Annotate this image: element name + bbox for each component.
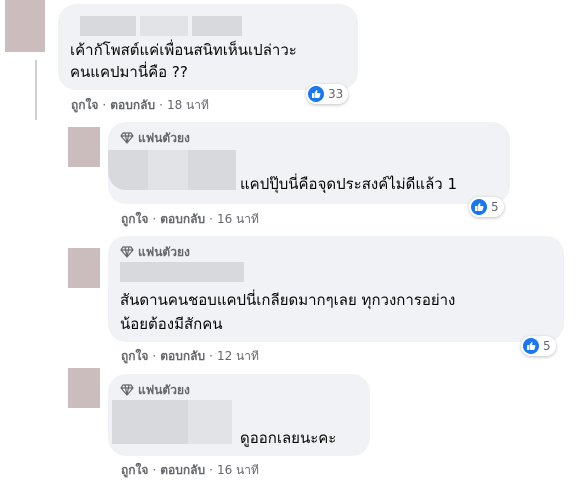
- reaction-number: 5: [543, 339, 551, 353]
- separator: ·: [209, 349, 213, 363]
- like-button[interactable]: ถูกใจ: [71, 98, 98, 112]
- badge-label: แฟนตัวยง: [138, 245, 190, 259]
- reply-button[interactable]: ตอบกลับ: [160, 212, 205, 226]
- fan-badge[interactable]: แฟนตัวยง: [120, 383, 190, 397]
- reaction-number: 5: [491, 200, 499, 214]
- comment-bubble-3: แฟนตัวยง สันดานคนชอบแคปนี่เกลียดมากๆเลย …: [108, 236, 564, 342]
- timestamp[interactable]: 16 นาที: [217, 463, 259, 477]
- author-name-redacted[interactable]: [80, 16, 136, 36]
- reply-button[interactable]: ตอบกลับ: [160, 463, 205, 477]
- avatar[interactable]: [68, 127, 100, 167]
- separator: ·: [209, 212, 213, 226]
- fan-badge[interactable]: แฟนตัวยง: [120, 131, 190, 145]
- separator: ·: [152, 463, 157, 477]
- diamond-icon: [120, 132, 134, 144]
- comment-text: แคปปุ๊บนี่คือจุดประสงค์ไม่ดีแล้ว 1: [240, 175, 458, 193]
- author-name-redacted[interactable]: [108, 150, 148, 190]
- reaction-count[interactable]: 5: [469, 197, 504, 217]
- author-name-redacted[interactable]: [120, 262, 244, 282]
- badge-label: แฟนตัวยง: [138, 383, 190, 397]
- timestamp[interactable]: 16 นาที: [217, 212, 259, 226]
- comment-actions: ถูกใจ · ตอบกลับ · 16 นาที: [121, 462, 259, 478]
- like-button[interactable]: ถูกใจ: [121, 349, 148, 363]
- avatar[interactable]: [68, 248, 100, 288]
- author-name-redacted[interactable]: [112, 400, 188, 444]
- comment-text: น้อยต้องมีสักคน: [120, 315, 223, 333]
- comment-actions: ถูกใจ · ตอบกลับ · 16 นาที: [121, 211, 259, 227]
- thread-line: [35, 60, 37, 120]
- reaction-count[interactable]: 5: [521, 336, 556, 356]
- like-icon: [471, 199, 487, 215]
- comment-actions: ถูกใจ · ตอบกลับ · 18 นาที: [71, 97, 209, 113]
- comment-text: เค้ากัโพสต์แค่เพื่อนสนิทเห็นเปล่าวะ: [70, 41, 297, 59]
- author-name-redacted[interactable]: [188, 150, 236, 190]
- author-name-redacted[interactable]: [192, 16, 242, 36]
- author-name-redacted[interactable]: [140, 16, 188, 36]
- diamond-icon: [120, 246, 134, 258]
- reaction-count[interactable]: 33: [306, 84, 349, 104]
- comment-text: คนแคปมานี่คือ ??: [70, 63, 188, 81]
- like-icon: [308, 86, 324, 102]
- avatar[interactable]: [5, 0, 45, 52]
- comment-bubble-2: แฟนตัวยง แคปปุ๊บนี่คือจุดประสงค์ไม่ดีแล้…: [108, 122, 510, 204]
- author-name-redacted[interactable]: [148, 150, 188, 190]
- timestamp[interactable]: 18 นาที: [167, 98, 209, 112]
- separator: ·: [102, 98, 107, 112]
- comment-bubble-4: แฟนตัวยง ดูออกเลยนะคะ: [108, 374, 370, 456]
- reply-button[interactable]: ตอบกลับ: [160, 349, 205, 363]
- badge-label: แฟนตัวยง: [138, 131, 190, 145]
- separator: ·: [159, 98, 163, 112]
- comment-bubble-1: เค้ากัโพสต์แค่เพื่อนสนิทเห็นเปล่าวะ คนแค…: [58, 4, 358, 90]
- separator: ·: [152, 349, 157, 363]
- comment-actions: ถูกใจ · ตอบกลับ · 12 นาที: [121, 348, 259, 364]
- reply-button[interactable]: ตอบกลับ: [110, 98, 155, 112]
- like-button[interactable]: ถูกใจ: [121, 463, 148, 477]
- comment-text: สันดานคนชอบแคปนี่เกลียดมากๆเลย ทุกวงการอ…: [120, 291, 456, 309]
- diamond-icon: [120, 384, 134, 396]
- separator: ·: [152, 212, 157, 226]
- avatar[interactable]: [68, 368, 100, 408]
- timestamp[interactable]: 12 นาที: [217, 349, 259, 363]
- reaction-number: 33: [328, 87, 344, 101]
- like-icon: [523, 338, 539, 354]
- separator: ·: [209, 463, 213, 477]
- author-name-redacted[interactable]: [188, 400, 232, 444]
- fan-badge[interactable]: แฟนตัวยง: [120, 245, 190, 259]
- comment-text: ดูออกเลยนะคะ: [240, 429, 337, 447]
- like-button[interactable]: ถูกใจ: [121, 212, 148, 226]
